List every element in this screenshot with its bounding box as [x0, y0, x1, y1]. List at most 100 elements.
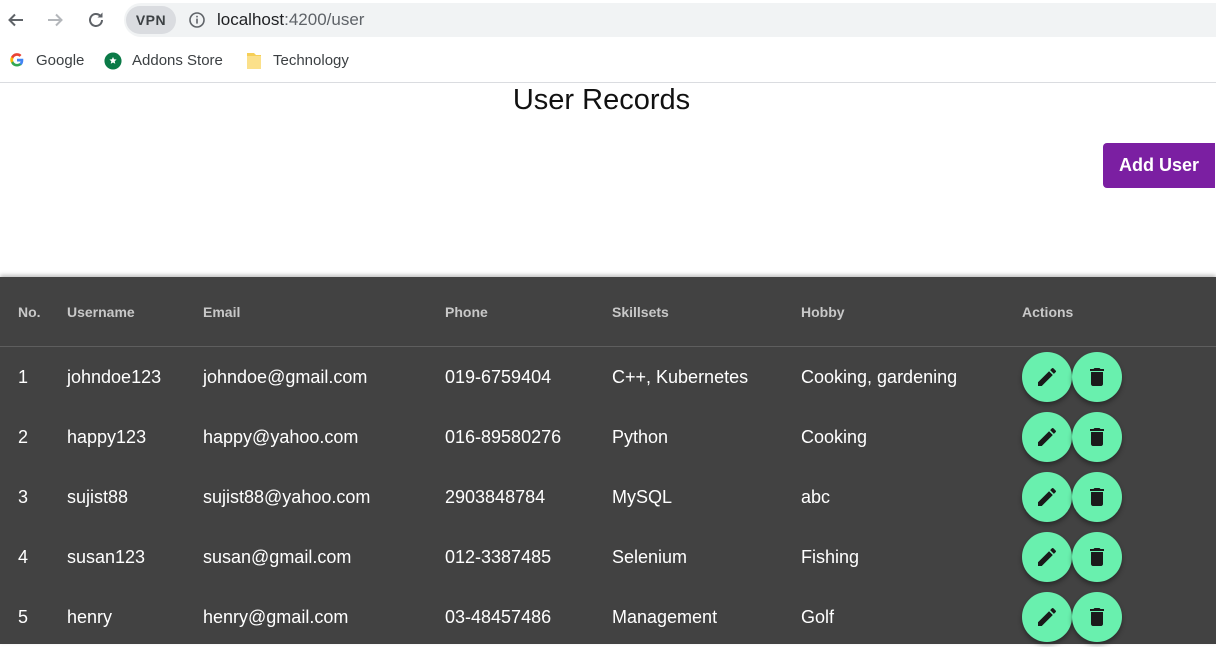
user-table-container: No. Username Email Phone Skillsets Hobby…	[0, 277, 1216, 644]
address-bar[interactable]: VPN localhost:4200/user	[124, 3, 1216, 37]
cell-skillsets: Management	[612, 606, 718, 627]
trash-icon	[1090, 368, 1104, 386]
delete-button[interactable]	[1072, 412, 1122, 462]
cell-skillsets: C++, Kubernetes	[612, 366, 749, 387]
cell-no: 3	[18, 486, 29, 507]
table-row: 3 sujist88 sujist88@yahoo.com 2903848784…	[0, 467, 1216, 527]
cell-actions	[1022, 527, 1216, 587]
bookmark-label: Technology	[273, 51, 349, 69]
row-actions	[1022, 532, 1216, 582]
cell-username: johndoe123	[67, 366, 162, 387]
browser-toolbar: VPN localhost:4200/user	[0, 0, 1216, 40]
header-hobby: Hobby	[801, 277, 1022, 347]
reload-button[interactable]	[82, 6, 110, 34]
cell-hobby: Fishing	[801, 546, 860, 567]
url-path: :4200/user	[284, 10, 365, 29]
bookmark-technology[interactable]: Technology	[245, 50, 349, 70]
header-email: Email	[203, 277, 445, 347]
trash-icon	[1090, 548, 1104, 566]
row-actions	[1022, 412, 1216, 462]
cell-phone: 03-48457486	[445, 606, 552, 627]
cell-phone: 016-89580276	[445, 426, 562, 447]
table-row: 5 henry henry@gmail.com 03-48457486 Mana…	[0, 587, 1216, 647]
info-icon[interactable]	[188, 11, 206, 29]
cell-email: susan@gmail.com	[203, 546, 352, 567]
trash-icon	[1090, 488, 1104, 506]
cell-no: 1	[18, 366, 29, 387]
cell-hobby: Golf	[801, 606, 835, 627]
edit-button[interactable]	[1022, 532, 1072, 582]
page-title: User Records	[512, 84, 691, 116]
bookmarks-bar: Google Addons Store Technology	[0, 40, 1216, 83]
delete-button[interactable]	[1072, 532, 1122, 582]
table-row: 2 happy123 happy@yahoo.com 016-89580276 …	[0, 407, 1216, 467]
pencil-icon	[1038, 487, 1057, 506]
cell-phone: 019-6759404	[445, 366, 552, 387]
back-button[interactable]	[2, 6, 30, 34]
table-row: 4 susan123 susan@gmail.com 012-3387485 S…	[0, 527, 1216, 587]
back-arrow-icon	[8, 13, 23, 27]
cell-username: susan123	[67, 546, 146, 567]
cell-username: henry	[67, 606, 113, 627]
header-phone: Phone	[445, 277, 612, 347]
cell-skillsets: MySQL	[612, 486, 673, 507]
add-user-button[interactable]: Add User	[1103, 143, 1215, 188]
bookmark-google[interactable]: Google	[8, 50, 84, 70]
bookmark-addons-store[interactable]: Addons Store	[104, 50, 223, 70]
pencil-icon	[1038, 427, 1057, 446]
google-icon	[8, 51, 26, 69]
cell-username: happy123	[67, 426, 147, 447]
row-actions	[1022, 592, 1216, 642]
user-table: No. Username Email Phone Skillsets Hobby…	[0, 277, 1216, 647]
header-actions: Actions	[1022, 277, 1216, 347]
row-actions	[1022, 352, 1216, 402]
edit-button[interactable]	[1022, 592, 1072, 642]
cell-no: 2	[18, 426, 29, 447]
trash-icon	[1090, 608, 1104, 626]
cell-email: sujist88@yahoo.com	[203, 486, 371, 507]
url-host: localhost	[217, 10, 285, 29]
bookmark-label: Addons Store	[132, 51, 223, 69]
row-actions	[1022, 472, 1216, 522]
cell-phone: 2903848784	[445, 486, 546, 507]
cell-skillsets: Python	[612, 426, 669, 447]
table-header-row: No. Username Email Phone Skillsets Hobby…	[0, 277, 1216, 347]
header-skillsets: Skillsets	[612, 277, 801, 347]
pencil-icon	[1038, 367, 1057, 386]
forward-button[interactable]	[41, 6, 69, 34]
bookmark-label: Google	[36, 51, 85, 69]
cell-email: johndoe@gmail.com	[203, 366, 368, 387]
cell-actions	[1022, 587, 1216, 647]
edit-button[interactable]	[1022, 352, 1072, 402]
cell-hobby: Cooking	[801, 426, 868, 447]
delete-button[interactable]	[1072, 352, 1122, 402]
cell-no: 5	[18, 606, 29, 627]
delete-button[interactable]	[1072, 592, 1122, 642]
edit-button[interactable]	[1022, 472, 1072, 522]
table-row: 1 johndoe123 johndoe@gmail.com 019-67594…	[0, 347, 1216, 408]
cell-actions	[1022, 467, 1216, 527]
cell-email: happy@yahoo.com	[203, 426, 359, 447]
url-text[interactable]: localhost:4200/user	[217, 10, 364, 30]
forward-arrow-icon	[48, 13, 63, 27]
addons-store-icon	[104, 51, 122, 70]
edit-button[interactable]	[1022, 412, 1072, 462]
header-no: No.	[0, 277, 67, 347]
reload-icon	[89, 12, 103, 27]
pencil-icon	[1038, 607, 1057, 626]
cell-hobby: Cooking, gardening	[801, 366, 958, 387]
cell-username: sujist88	[67, 486, 129, 507]
folder-icon	[245, 51, 263, 69]
cell-skillsets: Selenium	[612, 546, 688, 567]
cell-email: henry@gmail.com	[203, 606, 349, 627]
cell-actions	[1022, 347, 1216, 408]
cell-phone: 012-3387485	[445, 546, 552, 567]
pencil-icon	[1038, 547, 1057, 566]
trash-icon	[1090, 428, 1104, 446]
delete-button[interactable]	[1072, 472, 1122, 522]
cell-actions	[1022, 407, 1216, 467]
cell-hobby: abc	[801, 486, 831, 507]
header-username: Username	[67, 277, 203, 347]
cell-no: 4	[18, 546, 29, 567]
vpn-badge[interactable]: VPN	[126, 6, 176, 34]
